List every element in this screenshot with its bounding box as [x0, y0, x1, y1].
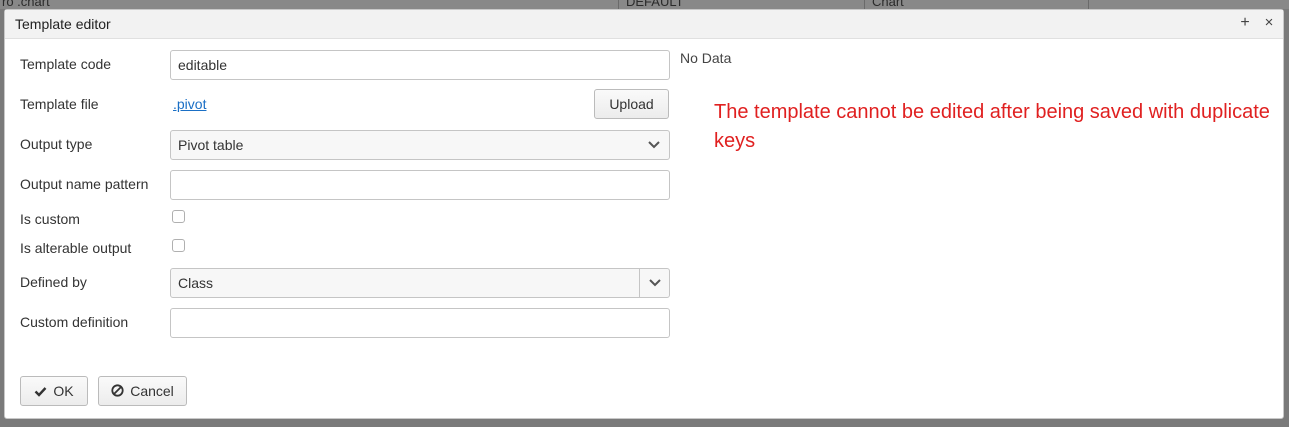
ok-button[interactable]: OK [20, 376, 88, 406]
maximize-icon[interactable]: + [1235, 13, 1255, 33]
defined-by-value: Class [178, 275, 214, 291]
is-custom-label: Is custom [20, 211, 80, 227]
is-alterable-output-label: Is alterable output [20, 240, 132, 256]
custom-definition-label: Custom definition [20, 314, 129, 330]
dialog-title: Template editor [15, 16, 111, 32]
custom-definition-input[interactable] [170, 308, 670, 338]
output-name-pattern-label: Output name pattern [20, 176, 149, 192]
output-type-label: Output type [20, 136, 93, 152]
column-separator [1088, 0, 1089, 9]
template-editor-dialog: Template editor + × Template code Templa… [4, 9, 1284, 419]
ok-label: OK [53, 383, 74, 399]
output-type-value: Pivot table [178, 137, 244, 153]
chevron-down-icon[interactable] [639, 131, 669, 159]
dialog-header: Template editor + × [5, 10, 1283, 39]
is-custom-checkbox[interactable] [172, 210, 185, 223]
defined-by-label: Defined by [20, 274, 87, 290]
chevron-down-icon[interactable] [639, 269, 669, 297]
ban-icon [111, 378, 124, 406]
close-icon[interactable]: × [1259, 13, 1279, 33]
template-file-label: Template file [20, 96, 99, 112]
template-code-label: Template code [20, 56, 112, 72]
template-code-input[interactable] [170, 50, 670, 80]
no-data-text: No Data [680, 50, 732, 66]
checkmark-icon [34, 378, 47, 406]
output-name-pattern-input[interactable] [170, 170, 670, 200]
annotation-note: The template cannot be edited after bein… [714, 101, 1270, 152]
background-table-strip: ro .chart DEFAULT Chart [0, 0, 1289, 9]
defined-by-select[interactable]: Class [170, 268, 670, 298]
template-file-link[interactable]: .pivot [173, 96, 206, 112]
background-cell: Chart [872, 0, 904, 9]
upload-button[interactable]: Upload [594, 89, 669, 119]
column-separator [864, 0, 865, 9]
cancel-button[interactable]: Cancel [98, 376, 187, 406]
is-alterable-output-checkbox[interactable] [172, 239, 185, 252]
background-cell: ro .chart [2, 0, 50, 9]
background-cell: DEFAULT [626, 0, 684, 9]
column-separator [618, 0, 619, 9]
output-type-select[interactable]: Pivot table [170, 130, 670, 160]
cancel-label: Cancel [130, 383, 174, 399]
